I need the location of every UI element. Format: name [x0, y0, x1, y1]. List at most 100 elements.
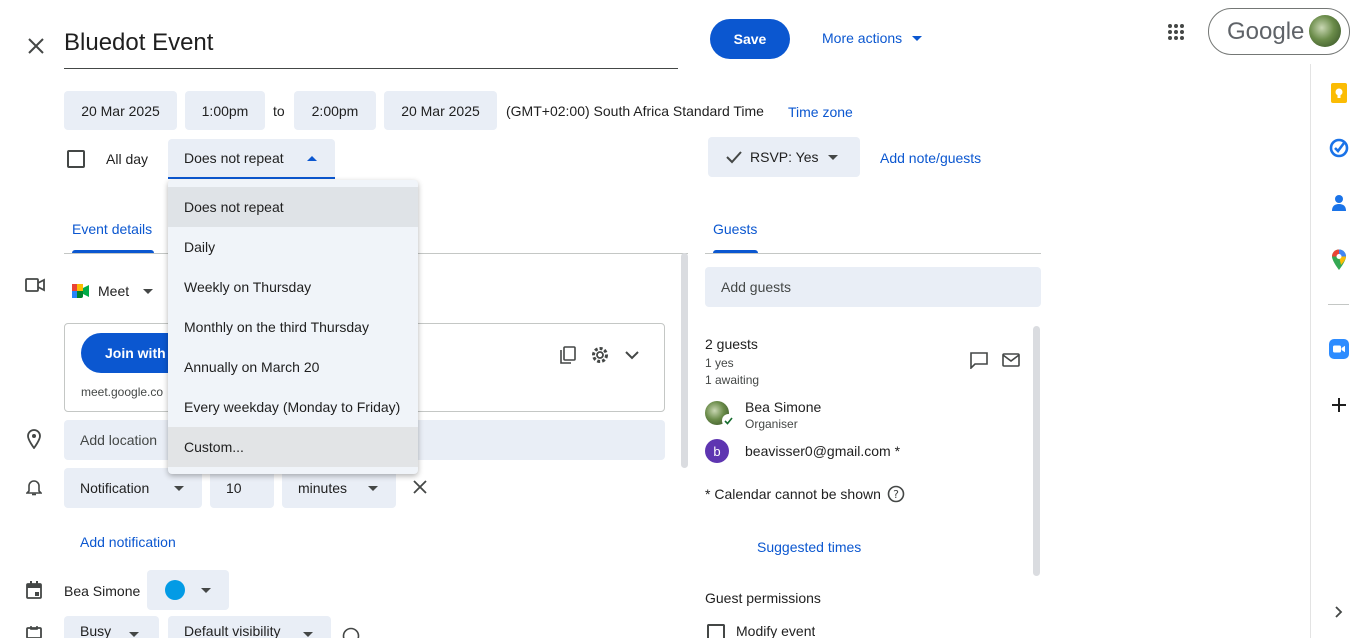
video-camera-icon — [24, 276, 46, 294]
end-time-chip[interactable]: 2:00pm — [294, 91, 376, 130]
avatar-initial: b — [713, 443, 721, 459]
briefcase-icon — [24, 626, 44, 638]
repeat-option-annually[interactable]: Annually on March 20 — [168, 347, 418, 387]
event-color-dot — [165, 580, 185, 600]
repeat-option-daily[interactable]: Daily — [168, 227, 418, 267]
meet-link: meet.google.co — [81, 385, 164, 399]
maps-icon[interactable] — [1328, 248, 1350, 272]
location-pin-icon — [24, 428, 44, 450]
calendar-note: * Calendar cannot be shown ? — [705, 484, 905, 504]
account-switcher[interactable]: Google — [1208, 8, 1350, 55]
repeat-menu: Does not repeat Daily Weekly on Thursday… — [168, 180, 418, 474]
end-date-chip[interactable]: 20 Mar 2025 — [384, 91, 497, 130]
conference-type-dropdown[interactable]: Meet — [72, 281, 154, 301]
tabs-divider-right — [705, 253, 1041, 254]
chevron-down-icon — [201, 588, 211, 593]
notification-type: Notification — [80, 480, 150, 496]
guest-row[interactable]: Bea Simone Organiser — [705, 398, 1025, 431]
location-placeholder: Add location — [80, 432, 158, 448]
repeat-option-label: Custom... — [184, 439, 244, 455]
guest-permissions-title: Guest permissions — [705, 590, 821, 606]
event-title: Bluedot Event — [64, 29, 214, 56]
visibility-label: Default visibility — [184, 623, 281, 638]
to-label: to — [273, 103, 285, 119]
busy-dropdown[interactable]: Busy — [64, 616, 159, 638]
tab-event-details[interactable]: Event details — [72, 221, 152, 237]
more-actions-button[interactable]: More actions — [822, 27, 923, 49]
check-icon — [726, 151, 742, 164]
meet-label: Meet — [98, 283, 130, 299]
apps-grid-icon[interactable] — [1166, 22, 1186, 42]
gear-icon[interactable] — [589, 344, 611, 366]
all-day-label: All day — [106, 151, 149, 167]
repeat-option-weekly[interactable]: Weekly on Thursday — [168, 267, 418, 307]
join-label: Join with — [105, 345, 166, 361]
avatar: b — [705, 439, 729, 463]
zoom-icon[interactable] — [1328, 338, 1350, 360]
notification-value-input[interactable]: 10 — [210, 468, 274, 508]
help-icon[interactable] — [342, 627, 360, 638]
chevron-down-icon — [828, 155, 838, 160]
add-icon[interactable] — [1328, 394, 1350, 416]
close-icon[interactable] — [24, 34, 48, 58]
contacts-icon[interactable] — [1328, 192, 1350, 214]
keep-icon[interactable] — [1328, 82, 1350, 104]
all-day-checkbox[interactable] — [67, 150, 85, 168]
notification-unit-dropdown[interactable]: minutes — [282, 468, 396, 508]
repeat-option-weekday[interactable]: Every weekday (Monday to Friday) — [168, 387, 418, 427]
guest-role: Organiser — [745, 417, 798, 431]
avatar — [1309, 15, 1341, 47]
rsvp-dropdown[interactable]: RSVP: Yes — [708, 137, 860, 177]
repeat-option-monthly[interactable]: Monthly on the third Thursday — [168, 307, 418, 347]
repeat-option-custom[interactable]: Custom... — [168, 427, 418, 467]
calendar-note-text: * Calendar cannot be shown — [705, 486, 881, 502]
accepted-check-icon — [722, 414, 735, 427]
save-button[interactable]: Save — [710, 19, 790, 59]
bell-icon — [24, 476, 44, 498]
guest-row[interactable]: b beavisser0@gmail.com * — [705, 438, 1025, 464]
chevron-down-icon — [129, 632, 139, 637]
modify-event-checkbox[interactable] — [707, 624, 725, 638]
repeat-option-does-not-repeat[interactable]: Does not repeat — [168, 187, 418, 227]
chevron-right-icon[interactable] — [1331, 602, 1347, 622]
repeat-option-label: Weekly on Thursday — [184, 279, 312, 295]
event-color-dropdown[interactable] — [147, 570, 229, 610]
end-time: 2:00pm — [311, 102, 359, 119]
chevron-down-icon — [368, 486, 378, 491]
notification-type-dropdown[interactable]: Notification — [64, 468, 202, 508]
modify-event-label: Modify event — [736, 625, 816, 638]
guest-name: Bea Simone — [745, 399, 822, 415]
rsvp-label: RSVP: Yes — [750, 149, 819, 165]
chevron-down-icon — [303, 632, 313, 637]
repeat-option-label: Annually on March 20 — [184, 359, 320, 375]
suggested-times-link[interactable]: Suggested times — [757, 539, 861, 555]
details-scrollbar[interactable] — [681, 253, 688, 468]
end-date: 20 Mar 2025 — [401, 102, 480, 119]
guest-awaiting-count: 1 awaiting — [705, 373, 760, 387]
remove-notification-icon[interactable] — [410, 477, 430, 497]
google-meet-icon — [72, 284, 89, 298]
tab-guests[interactable]: Guests — [713, 221, 757, 237]
chevron-up-icon — [307, 156, 317, 161]
start-time-chip[interactable]: 1:00pm — [185, 91, 265, 130]
email-icon[interactable] — [1000, 350, 1022, 370]
side-panel-divider — [1328, 304, 1349, 305]
help-icon[interactable]: ? — [887, 485, 905, 503]
guests-scrollbar[interactable] — [1033, 326, 1040, 576]
chat-icon[interactable] — [968, 350, 990, 370]
add-guests-input[interactable]: Add guests — [705, 267, 1041, 307]
event-title-input[interactable]: Bluedot Event — [64, 24, 678, 69]
notification-unit: minutes — [298, 480, 348, 496]
timezone-link[interactable]: Time zone — [788, 104, 853, 120]
add-notification-link[interactable]: Add notification — [80, 534, 176, 550]
add-note-guests-link[interactable]: Add note/guests — [880, 150, 981, 166]
start-date-chip[interactable]: 20 Mar 2025 — [64, 91, 177, 130]
chevron-down-icon[interactable] — [621, 344, 643, 366]
guest-name: beavisser0@gmail.com * — [745, 443, 901, 459]
visibility-dropdown[interactable]: Default visibility — [168, 616, 331, 638]
tasks-icon[interactable] — [1328, 137, 1350, 159]
copy-icon[interactable] — [557, 344, 579, 366]
repeat-dropdown[interactable]: Does not repeat — [168, 139, 335, 179]
busy-label: Busy — [80, 623, 112, 638]
chevron-down-icon — [912, 35, 923, 41]
